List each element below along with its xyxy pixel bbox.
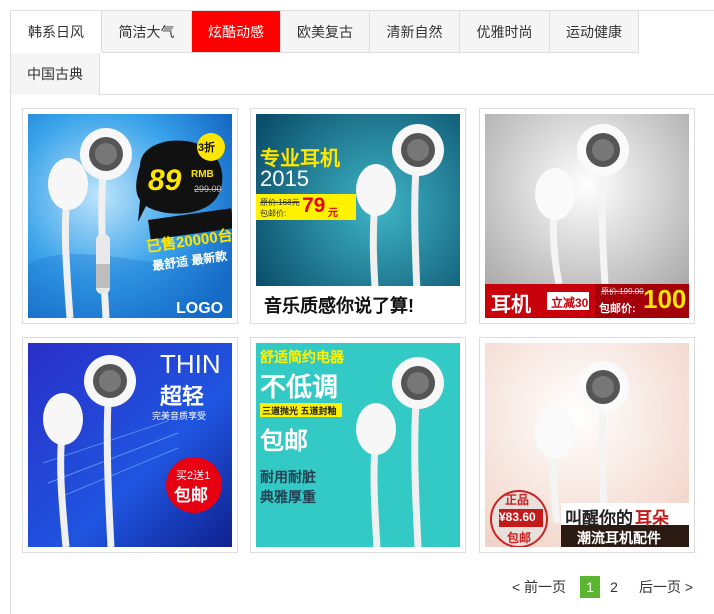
slogan-line-1a: 叫醒你的 — [565, 509, 633, 528]
free-shipping-text: 包邮 — [507, 531, 532, 545]
tab-fresh-natural[interactable]: 清新自然 — [370, 11, 460, 53]
slogan-line-2: 典雅厚重 — [260, 489, 316, 505]
headline-text: 不低调 — [260, 372, 339, 402]
logo-placeholder: LOGO — [176, 300, 224, 317]
price-unit-text: 元 — [328, 208, 338, 219]
price-text: ¥83.60 — [499, 510, 536, 524]
next-page-link[interactable]: 后一页 > — [636, 576, 696, 598]
free-shipping-text: 包邮 — [260, 428, 308, 455]
slogan-line-1b: 耳朵 — [635, 509, 669, 528]
template-thumbnail-5[interactable]: 舒适简约电器 不低调 三道抛光 五道封釉 包邮 耐用耐脏 典雅厚重 — [250, 337, 466, 553]
tab-sports-health[interactable]: 运动健康 — [550, 11, 639, 53]
prev-page-link[interactable]: < 前一页 — [510, 576, 568, 598]
template-thumbnail-6[interactable]: 正品 ¥83.60 包邮 叫醒你的 耳朵 潮流耳机配件 — [479, 337, 695, 553]
free-shipping-text: 包邮 — [174, 486, 208, 505]
subtitle-text: 完美音质享受 — [152, 411, 207, 421]
slogan-text: 音乐质感你说了算! — [264, 296, 414, 316]
title-cn-text: 超轻 — [160, 384, 205, 409]
promo-price-label: 包邮价: — [599, 303, 636, 315]
tab-euro-retro[interactable]: 欧美复古 — [281, 11, 370, 53]
old-price-label: 原价:168元 — [260, 198, 300, 207]
template-thumbnail-4[interactable]: THIN 超轻 完美音质享受 买2送1 包邮 — [22, 337, 238, 553]
category-text: 舒适简约电器 — [260, 349, 344, 365]
slogan-line-1: 耐用耐脏 — [260, 469, 316, 485]
template-image-5: 舒适简约电器 不低调 三道抛光 五道封釉 包邮 耐用耐脏 典雅厚重 — [256, 343, 460, 547]
template-image-6: 正品 ¥83.60 包邮 叫醒你的 耳朵 潮流耳机配件 — [485, 343, 689, 547]
old-price-text: 299.00 — [194, 184, 222, 194]
badge-text: 三道抛光 五道封釉 — [262, 406, 337, 416]
template-thumbnail-1[interactable]: 3折 89 RMB 299.00 已售20000台 最舒适 最新款 LOGO — [22, 108, 238, 324]
genuine-badge: 正品 — [505, 493, 530, 507]
tab-korean-japanese[interactable]: 韩系日风 — [11, 11, 102, 53]
discount-badge: 立减30 — [551, 296, 589, 310]
template-image-1: 3折 89 RMB 299.00 已售20000台 最舒适 最新款 LOGO — [28, 114, 232, 318]
template-image-3: 耳机 立减30 原价:199.00 包邮价: 100 — [485, 114, 689, 318]
template-image-4: THIN 超轻 完美音质享受 买2送1 包邮 — [28, 343, 232, 547]
currency-text: RMB — [191, 169, 214, 180]
template-thumbnail-2[interactable]: 专业耳机 2015 原价:168元 包邮价: 79 元 音乐质感你说了算! — [250, 108, 466, 324]
product-text: 耳机 — [491, 294, 531, 316]
price-text: 100 — [643, 284, 687, 314]
title-en-text: THIN — [160, 349, 221, 379]
tab-simple-elegant[interactable]: 简洁大气 — [102, 11, 192, 53]
pagination: < 前一页 1 2 后一页 > — [510, 576, 700, 598]
template-image-2: 专业耳机 2015 原价:168元 包邮价: 79 元 音乐质感你说了算! — [256, 114, 460, 318]
promo-price-label: 包邮价: — [260, 209, 287, 218]
style-tab-bar: 韩系日风 简洁大气 炫酷动感 欧美复古 清新自然 优雅时尚 运动健康 中国古典 — [11, 11, 714, 95]
tab-cool-dynamic[interactable]: 炫酷动感 — [192, 11, 281, 53]
page-link-2[interactable]: 2 — [606, 576, 622, 598]
price-text: 79 — [302, 194, 326, 217]
old-price-text: 原价:199.00 — [601, 287, 644, 296]
template-thumbnail-3[interactable]: 耳机 立减30 原价:199.00 包邮价: 100 — [479, 108, 695, 324]
tab-chinese-classical[interactable]: 中国古典 — [11, 53, 100, 95]
page-link-1-current[interactable]: 1 — [580, 576, 600, 598]
slogan-line-2: 潮流耳机配件 — [577, 530, 661, 546]
price-text: 89 — [148, 164, 182, 197]
discount-badge: 3折 — [198, 142, 216, 154]
tab-elegant-fashion[interactable]: 优雅时尚 — [460, 11, 550, 53]
year-text: 2015 — [260, 166, 309, 191]
